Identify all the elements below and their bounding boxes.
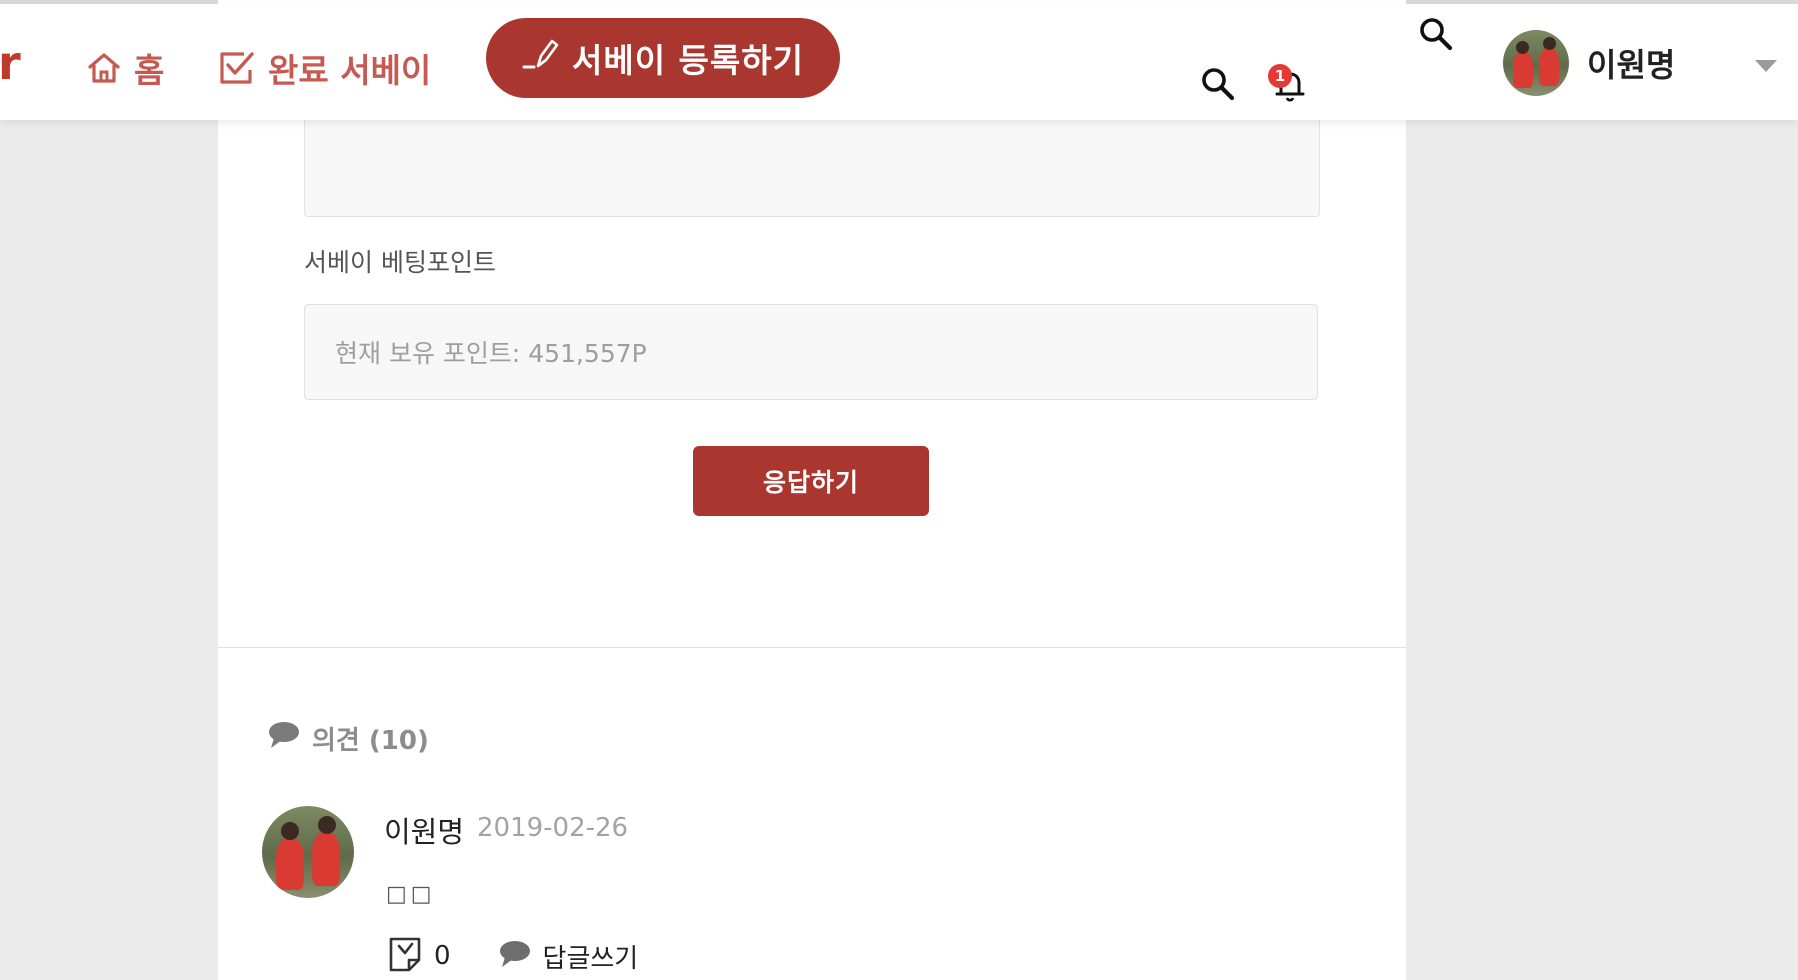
avatar — [1503, 30, 1569, 96]
comments-heading: 의견 (10) — [268, 720, 429, 757]
user-menu[interactable]: 이원명 — [1503, 30, 1675, 96]
comment-body: □□ — [386, 882, 436, 907]
comment-actions: 0 답글쓰기 — [388, 936, 638, 976]
like-count: 0 — [434, 941, 451, 971]
section-divider — [218, 647, 1406, 648]
points-placeholder: 현재 보유 포인트: 451,557P — [335, 339, 647, 368]
search-icon[interactable] — [1200, 66, 1236, 106]
comment-author-avatar[interactable] — [262, 806, 354, 898]
register-survey-button[interactable]: 서베이 등록하기 — [486, 18, 840, 98]
like-icon[interactable] — [388, 936, 422, 976]
home-icon — [86, 50, 122, 86]
comment-author[interactable]: 이원명 — [384, 809, 464, 851]
survey-answer-textarea[interactable] — [304, 120, 1320, 217]
comments-count: 의견 (10) — [312, 726, 429, 756]
nav-completed-label: 완료 서베이 — [268, 51, 432, 90]
site-logo[interactable]: r — [0, 40, 21, 86]
checked-box-icon — [218, 50, 256, 86]
top-navigation-bar: r 홈 완료 서베이 서베이 등록하기 1 이원명 — [0, 4, 1798, 120]
chevron-down-icon[interactable] — [1755, 60, 1777, 72]
reply-button[interactable]: 답글쓰기 — [543, 938, 639, 975]
nav-home-label: 홈 — [134, 51, 165, 90]
search-icon[interactable] — [1418, 16, 1454, 56]
comment-date: 2019-02-26 — [477, 813, 629, 843]
user-name: 이원명 — [1587, 46, 1676, 84]
speech-bubble-icon[interactable] — [499, 940, 531, 972]
notification-badge: 1 — [1268, 64, 1292, 88]
betting-points-label: 서베이 베팅포인트 — [304, 248, 496, 277]
nav-completed-surveys[interactable]: 완료 서베이 — [218, 44, 431, 92]
speech-bubble-icon — [268, 721, 300, 756]
register-survey-label: 서베이 등록하기 — [571, 41, 804, 80]
pencil-icon — [522, 36, 560, 80]
betting-points-input[interactable]: 현재 보유 포인트: 451,557P — [304, 304, 1318, 400]
nav-home[interactable]: 홈 — [86, 44, 164, 92]
respond-button[interactable]: 응답하기 — [693, 446, 929, 516]
